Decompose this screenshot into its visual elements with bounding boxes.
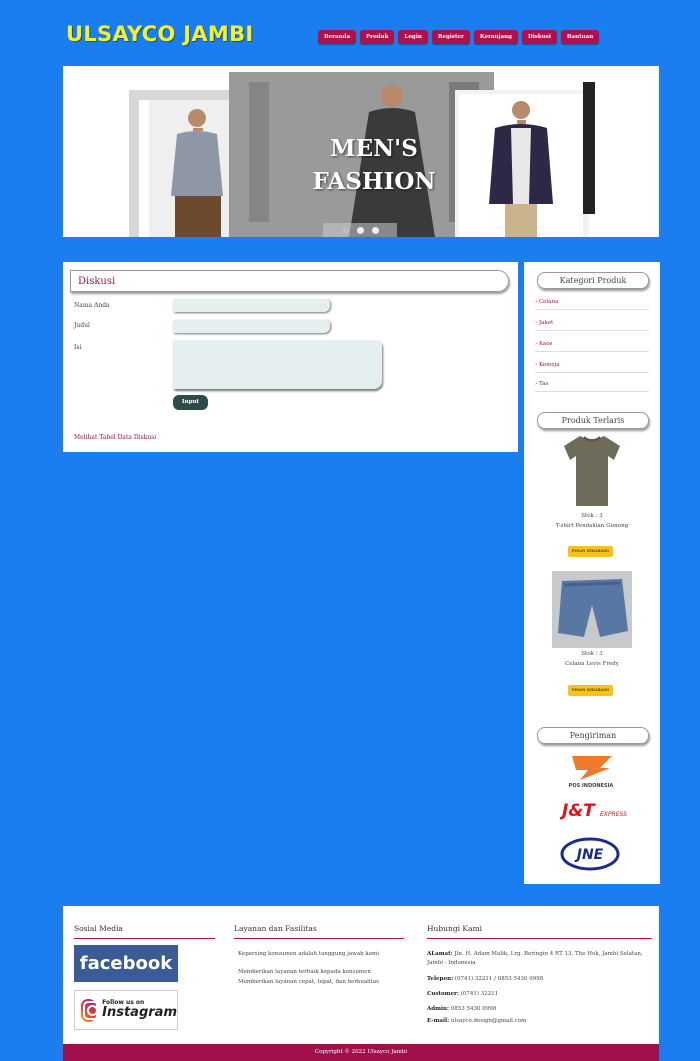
name-input[interactable] <box>173 299 330 312</box>
slider-dot[interactable] <box>341 226 349 234</box>
banner-dark-strip <box>583 82 595 214</box>
product-stock: Stok : 3 <box>581 513 603 519</box>
category-label: Celana <box>538 299 559 305</box>
copyright-bar: Copyright © 2022 Ulsayco Jambi <box>63 1044 659 1061</box>
discussion-heading: Diskusi <box>70 270 509 292</box>
site-footer: Sosial Media facebook Follow us on Insta… <box>63 906 659 1044</box>
body-label: Isi <box>74 344 82 351</box>
body-textarea[interactable] <box>173 340 382 389</box>
service-item: Memberikan layanan terbaik kepada konsum… <box>238 969 371 975</box>
category-item-celana[interactable]: › Celana <box>535 299 649 310</box>
nav-diskusi[interactable]: Diskusi <box>521 30 557 44</box>
slider-dots <box>323 223 397 237</box>
contact-address: ALamat: Jln. H. Adam Malik, Lrg. Beringi… <box>427 950 652 968</box>
contact-label: Telepon: <box>427 976 454 982</box>
category-item-kemeja[interactable]: › Kemeja <box>535 362 649 373</box>
buy-now-button[interactable]: PESAN SEKARANG <box>568 685 613 696</box>
instagram-icon <box>81 998 103 1022</box>
contact-label: E-mail: <box>427 1018 450 1024</box>
nav-beranda[interactable]: Beranda <box>318 30 357 44</box>
site-logo[interactable]: ULSAYCO JAMBI <box>66 22 254 46</box>
category-heading: Kategori Produk <box>537 272 649 289</box>
right-sidebar: Kategori Produk › Celana › Jaket › Kaos … <box>524 262 660 884</box>
courier-name: POS INDONESIA <box>569 783 614 789</box>
banner-title-line-2: FASHION <box>312 168 436 195</box>
category-label: Kaos <box>538 341 553 347</box>
courier-name: JNE <box>574 847 604 863</box>
contact-value[interactable]: ulsayco.design@gmail.com <box>451 1018 526 1024</box>
service-item: Kepersing konsumen adalah tanggung jawab… <box>238 951 379 957</box>
nav-login[interactable]: Login <box>398 30 428 44</box>
hero-banner: MEN'S FASHION <box>63 66 659 237</box>
product-name[interactable]: Celana Levis Fredy <box>524 661 660 667</box>
social-heading: Sosial Media <box>74 924 215 939</box>
instagram-link[interactable]: Follow us on Instagram <box>74 990 178 1030</box>
banner-title-line-1: MEN'S <box>330 135 418 162</box>
product-name[interactable]: T-shirt Pendakian Gunung <box>524 523 660 529</box>
contact-label: ALamat: <box>427 951 453 957</box>
product-stock: Stok : 3 <box>581 651 603 657</box>
facebook-link[interactable]: facebook <box>74 945 178 982</box>
title-label: Judul <box>74 322 90 329</box>
bestseller-heading: Produk Terlaris <box>537 412 649 429</box>
title-input[interactable] <box>173 320 330 333</box>
jne-logo: JNE <box>560 837 620 871</box>
contact-label: Customer: <box>427 991 459 997</box>
category-item-kaos[interactable]: › Kaos <box>535 341 649 352</box>
product-image-jeans[interactable] <box>552 571 632 648</box>
banner-title: MEN'S FASHION <box>309 132 439 198</box>
contact-label: Admin: <box>427 1006 450 1012</box>
category-label: Kemeja <box>538 362 560 368</box>
pos-indonesia-logo: POS INDONESIA <box>560 750 622 790</box>
contact-value: (0741) 32211 <box>460 991 499 997</box>
name-label: Nama Anda <box>74 302 110 309</box>
category-label: Tas <box>538 381 549 387</box>
submit-button[interactable]: Input <box>173 395 208 410</box>
svg-text:EXPRESS: EXPRESS <box>600 811 627 818</box>
discussion-panel: Diskusi Nama Anda Judul Isi Input Meliha… <box>63 262 518 452</box>
top-navigation: Beranda Produk Login Register Keranjang … <box>318 30 600 44</box>
contact-customer: Customer: (0741) 32211 <box>427 990 652 999</box>
services-heading: Layanan dan Fasilitas <box>234 924 404 939</box>
nav-produk[interactable]: Produk <box>360 30 395 44</box>
slider-dot[interactable] <box>371 226 379 234</box>
svg-text:J&T: J&T <box>560 801 596 821</box>
jnt-express-logo: J&T EXPRESS <box>559 796 630 824</box>
shipping-heading: Pengiriman <box>537 727 649 744</box>
category-item-jaket[interactable]: › Jaket <box>535 320 649 331</box>
product-image-tshirt[interactable] <box>562 432 622 510</box>
banner-model-right <box>459 94 583 237</box>
category-item-tas[interactable]: › Tas <box>535 381 649 392</box>
contact-email: E-mail: ulsayco.design@gmail.com <box>427 1017 652 1026</box>
contact-admin: Admin: 0853 5430 0998 <box>427 1005 652 1014</box>
contact-value: Jln. H. Adam Malik, Lrg. Beringin 4 RT 1… <box>427 951 643 966</box>
category-label: Jaket <box>538 320 554 326</box>
nav-keranjang[interactable]: Keranjang <box>473 30 518 44</box>
nav-bantuan[interactable]: Bantuan <box>560 30 600 44</box>
instagram-wordmark: Instagram <box>102 1005 177 1021</box>
contact-heading: Hubungi Kami <box>427 924 652 939</box>
contact-value: (0741) 32211 / 0853 5430 0998 <box>454 976 544 982</box>
slider-dot[interactable] <box>356 226 364 234</box>
instagram-text: Follow us on Instagram <box>102 999 177 1021</box>
buy-now-button[interactable]: PESAN SEKARANG <box>568 546 613 557</box>
nav-register[interactable]: Register <box>431 30 470 44</box>
view-discussion-table-link[interactable]: Melihat Tabel Data Diskusi <box>74 434 156 441</box>
contact-value: 0853 5430 0998 <box>450 1006 497 1012</box>
contact-phone: Telepon: (0741) 32211 / 0853 5430 0998 <box>427 975 652 984</box>
service-item: Memberikan layanan cepat, tepat, dan ber… <box>238 979 379 985</box>
